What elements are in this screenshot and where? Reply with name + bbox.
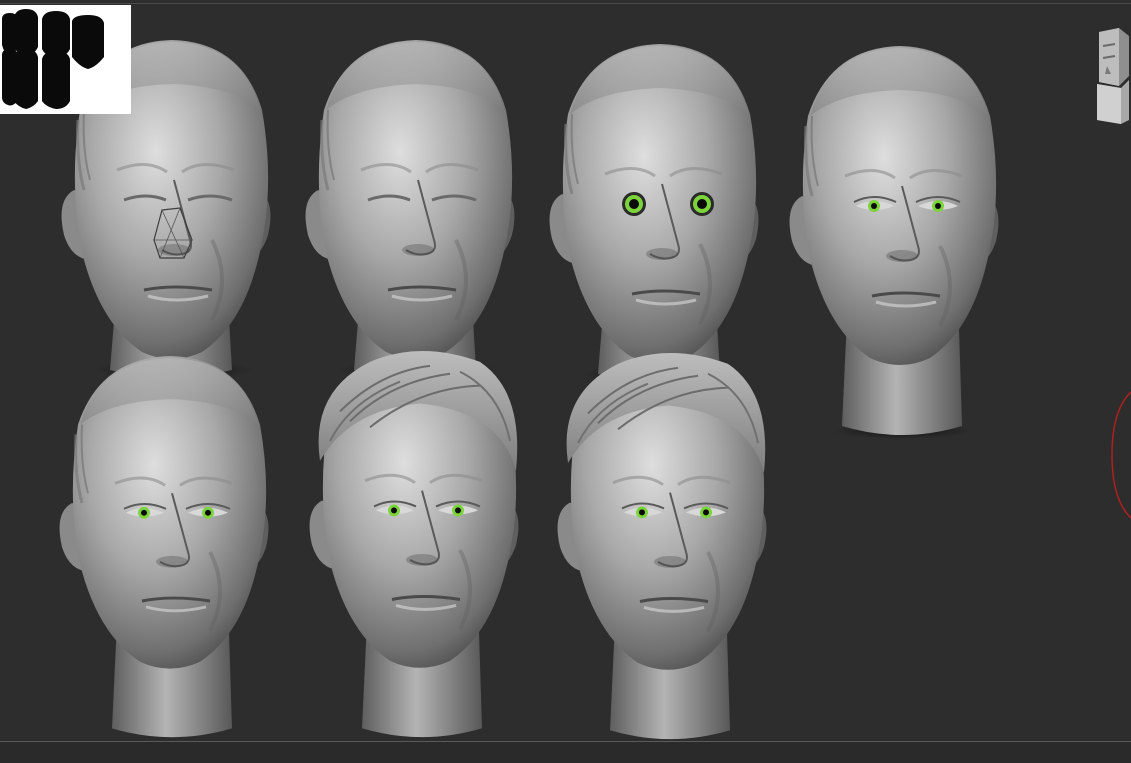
head-stage-5[interactable] xyxy=(59,356,269,738)
bottom-shelf xyxy=(0,742,1131,763)
rotation-ring-icon[interactable] xyxy=(1110,390,1131,520)
silhouette-thumbnails-icon xyxy=(2,9,104,109)
head-stage-7[interactable] xyxy=(557,352,767,740)
head-stage-6[interactable] xyxy=(309,350,519,738)
head-progression-canvas[interactable] xyxy=(0,0,1131,763)
head-stage-3[interactable] xyxy=(549,44,759,384)
head-stage-2[interactable] xyxy=(305,40,515,380)
head-orientation-cube-icon[interactable] xyxy=(1091,26,1131,126)
head-stage-4[interactable] xyxy=(789,46,999,439)
navigator-thumbnail[interactable] xyxy=(0,5,131,114)
sculpt-viewport[interactable] xyxy=(0,0,1131,763)
